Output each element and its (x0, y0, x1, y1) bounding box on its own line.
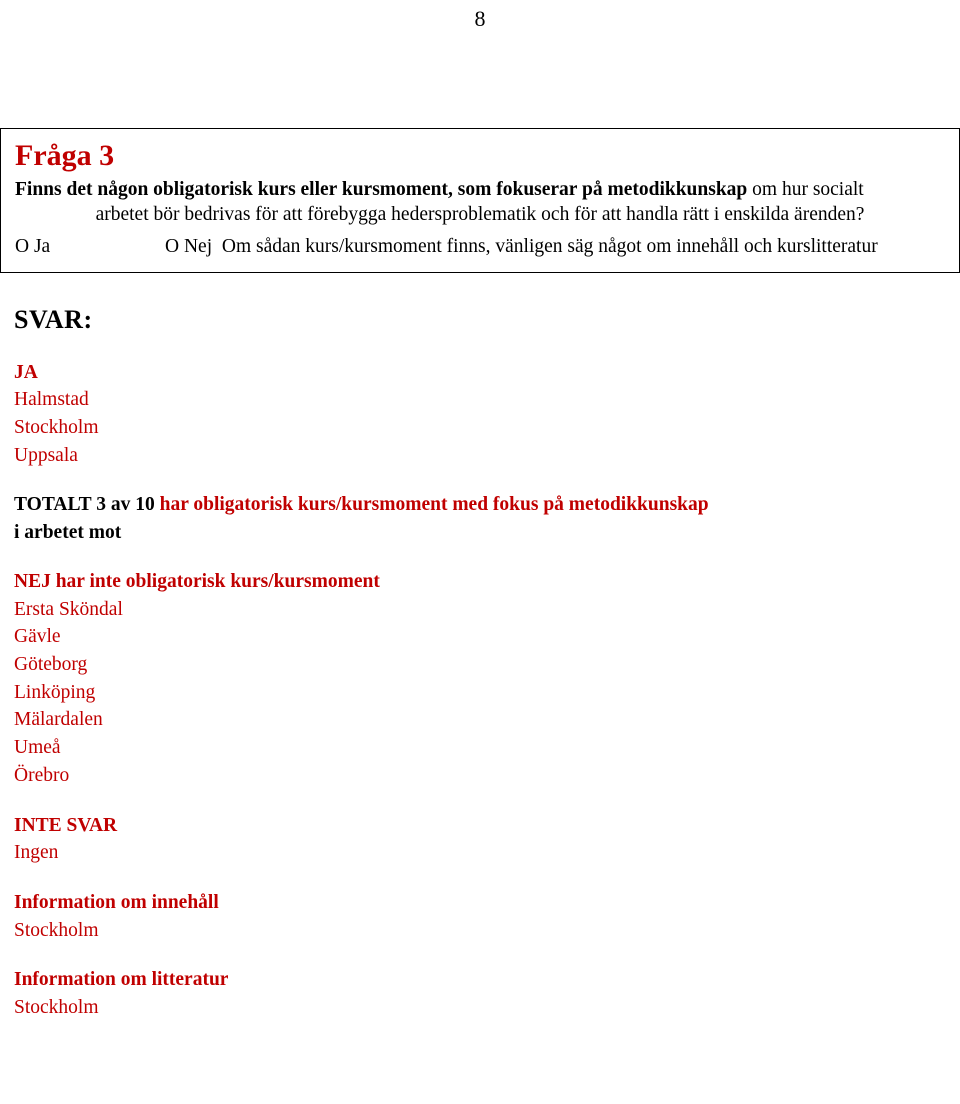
ja-item: Uppsala (14, 444, 78, 466)
ja-label: JA (14, 361, 38, 383)
question-options: O Ja O Nej Om sådan kurs/kursmoment finn… (15, 234, 945, 260)
totalt-prefix: TOTALT 3 av 10 (14, 494, 160, 516)
nej-item: Örebro (14, 764, 70, 786)
page-number: 8 (474, 6, 486, 31)
question-title: Fråga 3 (15, 139, 115, 172)
document-content: Fråga 3 Finns det någon obligatorisk kur… (0, 128, 960, 1022)
info-innehall-item: Stockholm (14, 919, 99, 941)
question-body-line-1: Finns det någon obligatorisk kurs eller … (15, 177, 945, 203)
option-nej-label: O Nej (165, 235, 213, 257)
totalt-rest: har obligatorisk kurs/kursmoment med fok… (159, 494, 709, 516)
option-note: Om sådan kurs/kursmoment finns, vänligen… (221, 235, 878, 257)
question-body-rest: om hur socialt (747, 178, 864, 200)
totalt-line-2-text: i arbetet mot (14, 521, 122, 543)
nej-item: Mälardalen (14, 709, 103, 731)
answer-section: SVAR: JA Halmstad Stockholm Uppsala TOTA… (0, 305, 960, 1022)
inte-svar-label: INTE SVAR (14, 814, 118, 836)
nej-item: Gävle (14, 626, 61, 648)
info-litteratur-item: Stockholm (14, 996, 99, 1018)
nej-item: Umeå (14, 737, 61, 759)
question-body-line-2: arbetet bör bedrivas för att förebygga h… (95, 204, 865, 226)
question-body-bold: Finns det någon obligatorisk kurs eller … (15, 178, 748, 200)
question-box: Fråga 3 Finns det någon obligatorisk kur… (0, 128, 960, 273)
info-innehall-label: Information om innehåll (14, 891, 219, 913)
answer-heading: SVAR: (14, 304, 93, 334)
ja-item: Stockholm (14, 417, 99, 439)
inte-svar-item: Ingen (14, 842, 59, 864)
option-ja[interactable]: O Ja (15, 234, 50, 259)
nej-item: Linköping (14, 681, 96, 703)
info-litteratur-label: Information om litteratur (14, 969, 229, 991)
totalt-line-2: i arbetet mot (14, 519, 946, 546)
nej-item: Ersta Sköndal (14, 598, 123, 620)
ja-item: Halmstad (14, 389, 89, 411)
nej-label: NEJ har inte obligatorisk kurs/kursmomen… (14, 571, 380, 593)
nej-item: Göteborg (14, 654, 88, 676)
totalt-line-1: TOTALT 3 av 10 har obligatorisk kurs/kur… (14, 491, 946, 518)
option-nej[interactable]: O Nej Om sådan kurs/kursmoment finns, vä… (165, 234, 878, 259)
